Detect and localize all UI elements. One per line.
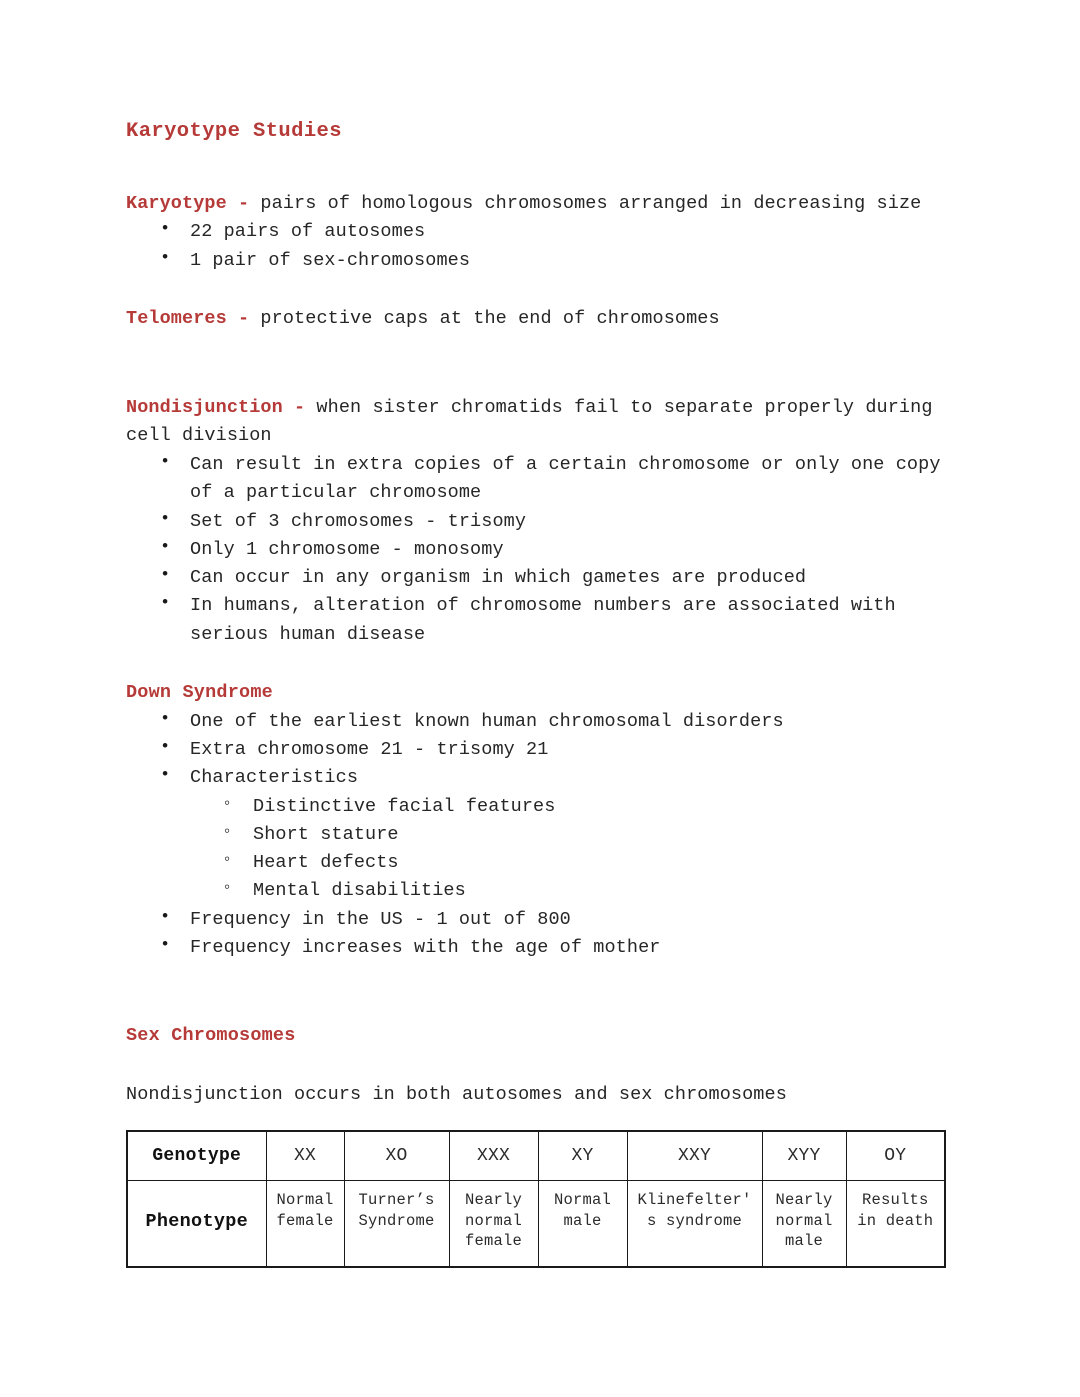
telomeres-term: Telomeres <box>126 307 227 329</box>
list-item: 22 pairs of autosomes <box>126 217 954 246</box>
table-row-label-phenotype: Phenotype <box>126 1179 267 1268</box>
table-cell-text: Normal female <box>276 1190 334 1230</box>
list-item: Frequency in the US - 1 out of 800 <box>126 905 954 934</box>
list-item: Can result in extra copies of a certain … <box>126 450 954 508</box>
down-syndrome-bullet-list: One of the earliest known human chromoso… <box>126 707 954 793</box>
table-row: Genotype XX XO XXX XY XXY XYY OY <box>126 1130 946 1181</box>
list-item: Set of 3 chromosomes - trisomy <box>126 507 954 536</box>
table-cell-phenotype: Nearly normal female <box>448 1179 539 1268</box>
table-cell-genotype: XO <box>343 1130 450 1181</box>
list-item: Short stature <box>126 820 954 849</box>
genotype-phenotype-table: Genotype XX XO XXX XY XXY XYY OY Phenoty… <box>126 1129 946 1268</box>
table-cell-phenotype: Normal female <box>265 1179 345 1268</box>
table-cell-genotype: OY <box>845 1130 946 1181</box>
table-cell-phenotype: Klinefelter' s syndrome <box>626 1179 763 1268</box>
table-cell-phenotype: Nearly normal male <box>761 1179 847 1268</box>
table-cell-text: Results in death <box>857 1190 934 1230</box>
list-item: Frequency increases with the age of moth… <box>126 933 954 962</box>
sex-chromosomes-intro: Nondisjunction occurs in both autosomes … <box>126 1084 787 1106</box>
karyotype-term: Karyotype <box>126 192 227 214</box>
down-syndrome-frequency-list: Frequency in the US - 1 out of 800 Frequ… <box>126 905 954 963</box>
table-cell-genotype: XX <box>265 1130 345 1181</box>
list-item: Only 1 chromosome - monosomy <box>126 535 954 564</box>
karyotype-definition: Karyotype - pairs of homologous chromoso… <box>126 190 954 219</box>
list-item: Heart defects <box>126 848 954 877</box>
table-cell-genotype: XY <box>537 1130 628 1181</box>
section-heading-sex-chromosomes: Sex Chromosomes <box>126 1025 296 1047</box>
telomeres-definition: Telomeres - protective caps at the end o… <box>126 305 954 334</box>
list-item: Characteristics <box>126 763 954 792</box>
karyotype-bullet-list: 22 pairs of autosomes 1 pair of sex-chro… <box>126 217 954 275</box>
karyotype-dash: - <box>238 192 250 214</box>
table-cell-text: Nearly normal female <box>464 1190 522 1251</box>
nondisjunction-term: Nondisjunction <box>126 396 283 418</box>
table-row-label-genotype: Genotype <box>126 1130 267 1181</box>
table-cell-text: Turner’s Syndrome <box>358 1190 435 1230</box>
nondisjunction-dash: - <box>294 396 306 418</box>
table-cell-text: Klinefelter' s syndrome <box>637 1190 752 1230</box>
telomeres-dash: - <box>238 307 250 329</box>
page-title: Karyotype Studies <box>126 120 342 143</box>
karyotype-definition-text: pairs of homologous chromosomes arranged… <box>249 192 922 214</box>
section-heading-down-syndrome: Down Syndrome <box>126 682 273 704</box>
list-item: Distinctive facial features <box>126 792 954 821</box>
document-page: Karyotype Studies Karyotype - pairs of h… <box>0 0 1080 1397</box>
list-item: Extra chromosome 21 - trisomy 21 <box>126 735 954 764</box>
list-item: 1 pair of sex-chromosomes <box>126 246 954 275</box>
table-cell-phenotype: Turner’s Syndrome <box>343 1179 450 1268</box>
table-row: Phenotype Normal female Turner’s Syndrom… <box>126 1179 946 1268</box>
telomeres-definition-text: protective caps at the end of chromosome… <box>249 307 720 329</box>
list-item: Mental disabilities <box>126 876 954 905</box>
table-cell-text: Normal male <box>553 1190 611 1230</box>
nondisjunction-definition: Nondisjunction - when sister chromatids … <box>126 394 954 451</box>
table-cell-genotype: XXX <box>448 1130 539 1181</box>
table-cell-genotype: XXY <box>626 1130 763 1181</box>
table-cell-phenotype: Normal male <box>537 1179 628 1268</box>
table-cell-genotype: XYY <box>761 1130 847 1181</box>
table-cell-phenotype: Results in death <box>845 1179 946 1268</box>
nondisjunction-bullet-list: Can result in extra copies of a certain … <box>126 450 954 649</box>
down-syndrome-characteristics-list: Distinctive facial features Short statur… <box>126 792 954 906</box>
list-item: Can occur in any organism in which gamet… <box>126 563 954 592</box>
table-cell-text: Nearly normal male <box>775 1190 833 1251</box>
list-item: In humans, alteration of chromosome numb… <box>126 591 954 649</box>
list-item: One of the earliest known human chromoso… <box>126 707 954 736</box>
